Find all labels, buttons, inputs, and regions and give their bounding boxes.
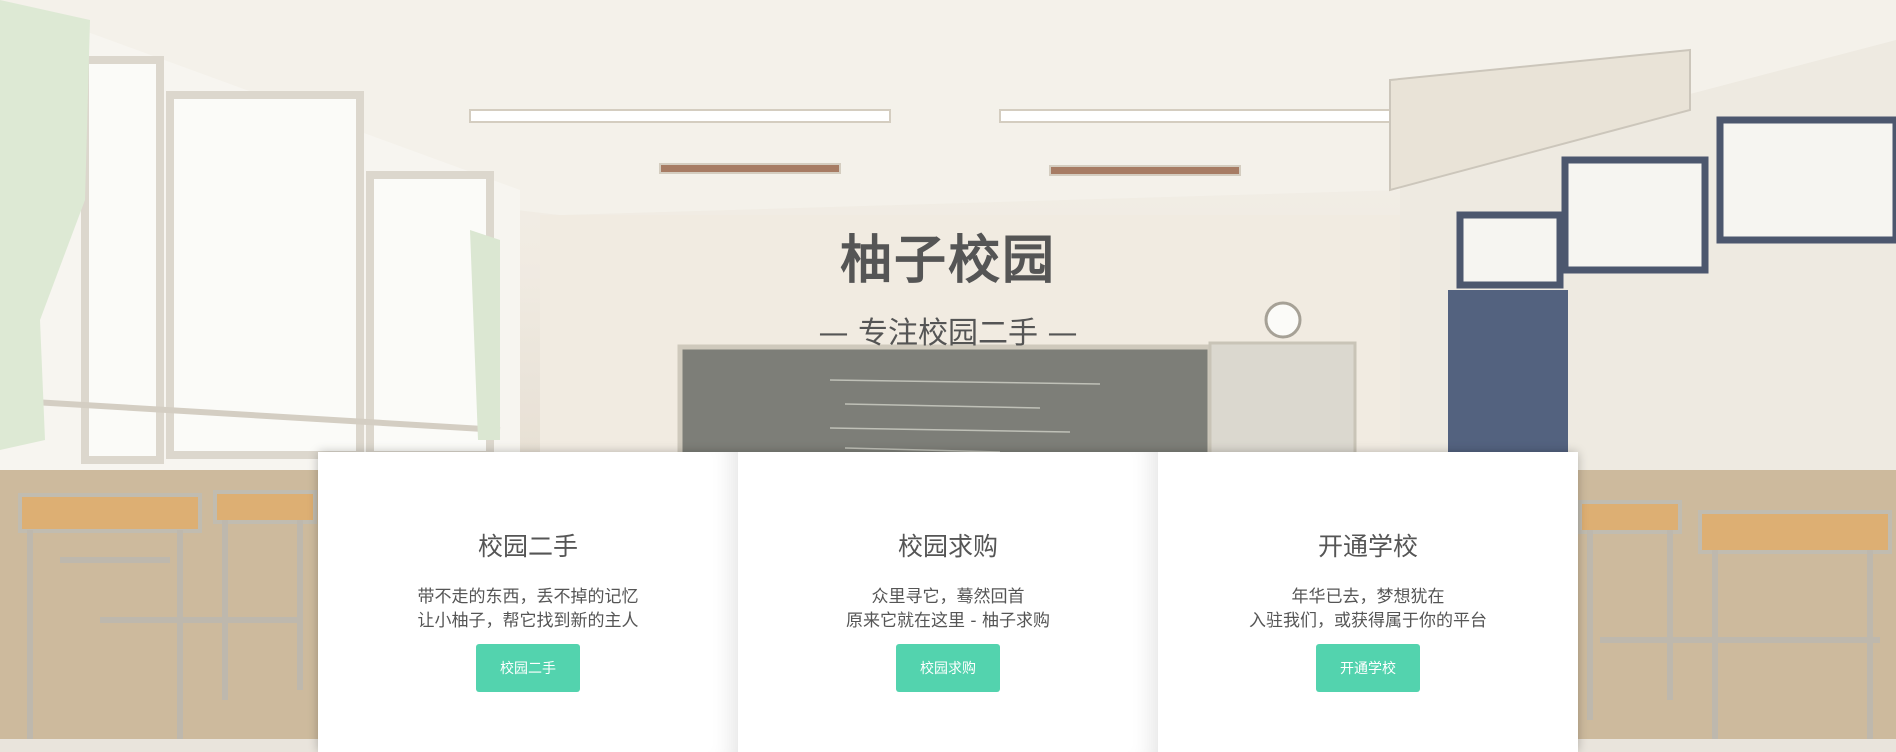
card-description-line: 带不走的东西，丢不掉的记忆 <box>417 587 639 607</box>
feature-cards: 校园二手 带不走的东西，丢不掉的记忆 让小柚子，帮它找到新的主人 校园二手 校园… <box>318 452 1578 752</box>
open-school-button[interactable]: 开通学校 <box>1316 644 1420 692</box>
card-title: 校园求购 <box>897 532 998 561</box>
campus-wanted-button[interactable]: 校园求购 <box>896 644 1000 692</box>
card-description-line: 入驻我们，或获得属于你的平台 <box>1249 611 1487 631</box>
card-campus-secondhand: 校园二手 带不走的东西，丢不掉的记忆 让小柚子，帮它找到新的主人 校园二手 <box>318 452 738 752</box>
site-slogan: — 专注校园二手 — <box>818 316 1078 351</box>
card-title: 开通学校 <box>1317 532 1418 561</box>
card-description-line: 原来它就在这里 - 柚子求购 <box>846 611 1050 631</box>
card-title: 校园二手 <box>477 532 578 561</box>
card-description-line: 众里寻它，蓦然回首 <box>871 587 1025 607</box>
card-open-school: 开通学校 年华已去，梦想犹在 入驻我们，或获得属于你的平台 开通学校 <box>1158 452 1578 752</box>
campus-secondhand-button[interactable]: 校园二手 <box>476 644 580 692</box>
site-title: 柚子校园 <box>839 231 1056 291</box>
card-description-line: 让小柚子，帮它找到新的主人 <box>417 611 639 631</box>
card-campus-wanted: 校园求购 众里寻它，蓦然回首 原来它就在这里 - 柚子求购 校园求购 <box>738 452 1158 752</box>
card-description-line: 年华已去，梦想犹在 <box>1291 587 1445 607</box>
